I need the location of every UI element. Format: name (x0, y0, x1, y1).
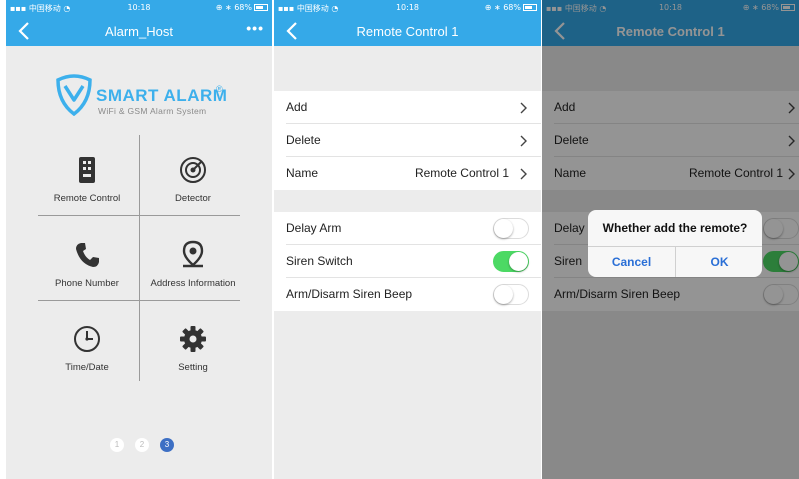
dialog-message: Whether add the remote? (602, 221, 748, 235)
delay-arm-toggle[interactable] (493, 218, 529, 239)
tile-label: Address Information (150, 278, 236, 289)
smart-alarm-logo: SMART ALARM ® WiFi & GSM Alarm System (54, 74, 234, 118)
page-dot-1[interactable]: 1 (110, 438, 124, 452)
gear-icon (180, 326, 206, 352)
toggle-group: Delay Arm Siren Switch Arm/Disarm Siren … (274, 212, 541, 311)
chevron-right-icon (520, 102, 527, 114)
battery-icon (523, 4, 537, 11)
screen-alarm-host: ▪▪▪ 中国移动 ◔ 10:18 ⊕ ∗ 68% Alarm_Host ••• … (6, 0, 272, 479)
screen-remote-control: ▪▪▪ 中国移动 ◔ 10:18 ⊕ ∗ 68% Remote Control … (274, 0, 541, 479)
row-label: Delete (286, 133, 321, 147)
tile-detector[interactable]: Detector (142, 155, 244, 225)
row-delete[interactable]: Delete (274, 124, 541, 157)
row-label: Arm/Disarm Siren Beep (286, 287, 413, 301)
row-add[interactable]: Add (274, 91, 541, 124)
arm-disarm-beep-toggle[interactable] (493, 284, 529, 305)
nav-bar: Alarm_Host ••• (6, 16, 272, 46)
logo-subtitle: WiFi & GSM Alarm System (98, 106, 207, 116)
status-bar: ▪▪▪ 中国移动 ◔ 10:18 ⊕ ∗ 68% (6, 0, 272, 16)
tile-remote-control[interactable]: Remote Control (36, 155, 138, 225)
tile-label: Setting (178, 362, 208, 373)
page-dot-2[interactable]: 2 (135, 438, 149, 452)
confirm-dialog: Whether add the remote? Cancel OK (588, 210, 762, 277)
tile-label: Phone Number (55, 278, 119, 289)
page-title: Remote Control 1 (356, 24, 459, 39)
location-icon: ⊕ (484, 3, 492, 12)
detector-icon (180, 157, 206, 183)
row-label: Add (286, 100, 308, 114)
location-pin-icon (182, 240, 204, 268)
status-bar: ▪▪▪ 中国移动 ◔ 10:18 ⊕ ∗ 68% (274, 0, 541, 16)
logo-brand-text: SMART ALARM (96, 86, 228, 105)
battery-icon (254, 4, 268, 11)
remote-control-icon (79, 157, 95, 183)
chevron-right-icon (520, 168, 527, 180)
location-icon: ⊕ (215, 3, 223, 12)
status-right: ⊕ ∗ 68% (216, 3, 268, 12)
page-indicator: 1 2 3 (108, 438, 178, 454)
row-label: Name (286, 166, 319, 180)
more-menu-icon[interactable]: ••• (246, 20, 264, 36)
row-label: Siren Switch (286, 254, 353, 268)
tile-label: Remote Control (53, 193, 121, 204)
action-group: Add Delete Name Remote Control 1 (274, 91, 541, 190)
clock-icon (74, 326, 100, 352)
ok-button[interactable]: OK (676, 247, 762, 277)
tile-label: Time/Date (65, 362, 109, 373)
row-delay-arm: Delay Arm (274, 212, 541, 245)
status-right: ⊕ ∗ 68% (485, 3, 537, 12)
page-title: Alarm_Host (105, 24, 173, 39)
row-label: Delay Arm (286, 221, 342, 235)
tile-setting[interactable]: Setting (142, 324, 244, 394)
row-siren-switch: Siren Switch (274, 245, 541, 278)
tile-address-information[interactable]: Address Information (142, 240, 244, 310)
phone-icon (76, 243, 99, 267)
page-dot-3[interactable]: 3 (160, 438, 174, 452)
tile-phone-number[interactable]: Phone Number (36, 240, 138, 310)
row-arm-disarm-siren-beep: Arm/Disarm Siren Beep (274, 278, 541, 311)
logo-registered-mark: ® (216, 84, 223, 94)
screen-remote-control-dialog: ▪▪▪ 中国移动 ◔ 10:18 ⊕ ∗ 68% Remote Control … (542, 0, 799, 479)
cancel-button[interactable]: Cancel (588, 247, 675, 277)
tile-label: Detector (175, 193, 211, 204)
tile-time-date[interactable]: Time/Date (36, 324, 138, 394)
bluetooth-icon: ∗ (493, 3, 501, 12)
chevron-right-icon (520, 135, 527, 147)
nav-bar: Remote Control 1 (274, 16, 541, 46)
siren-switch-toggle[interactable] (493, 251, 529, 272)
bluetooth-icon: ∗ (224, 3, 232, 12)
row-name[interactable]: Name Remote Control 1 (274, 157, 541, 190)
row-value: Remote Control 1 (414, 166, 509, 180)
grid-divider-vertical (139, 135, 140, 381)
shield-logo-icon (56, 74, 92, 116)
